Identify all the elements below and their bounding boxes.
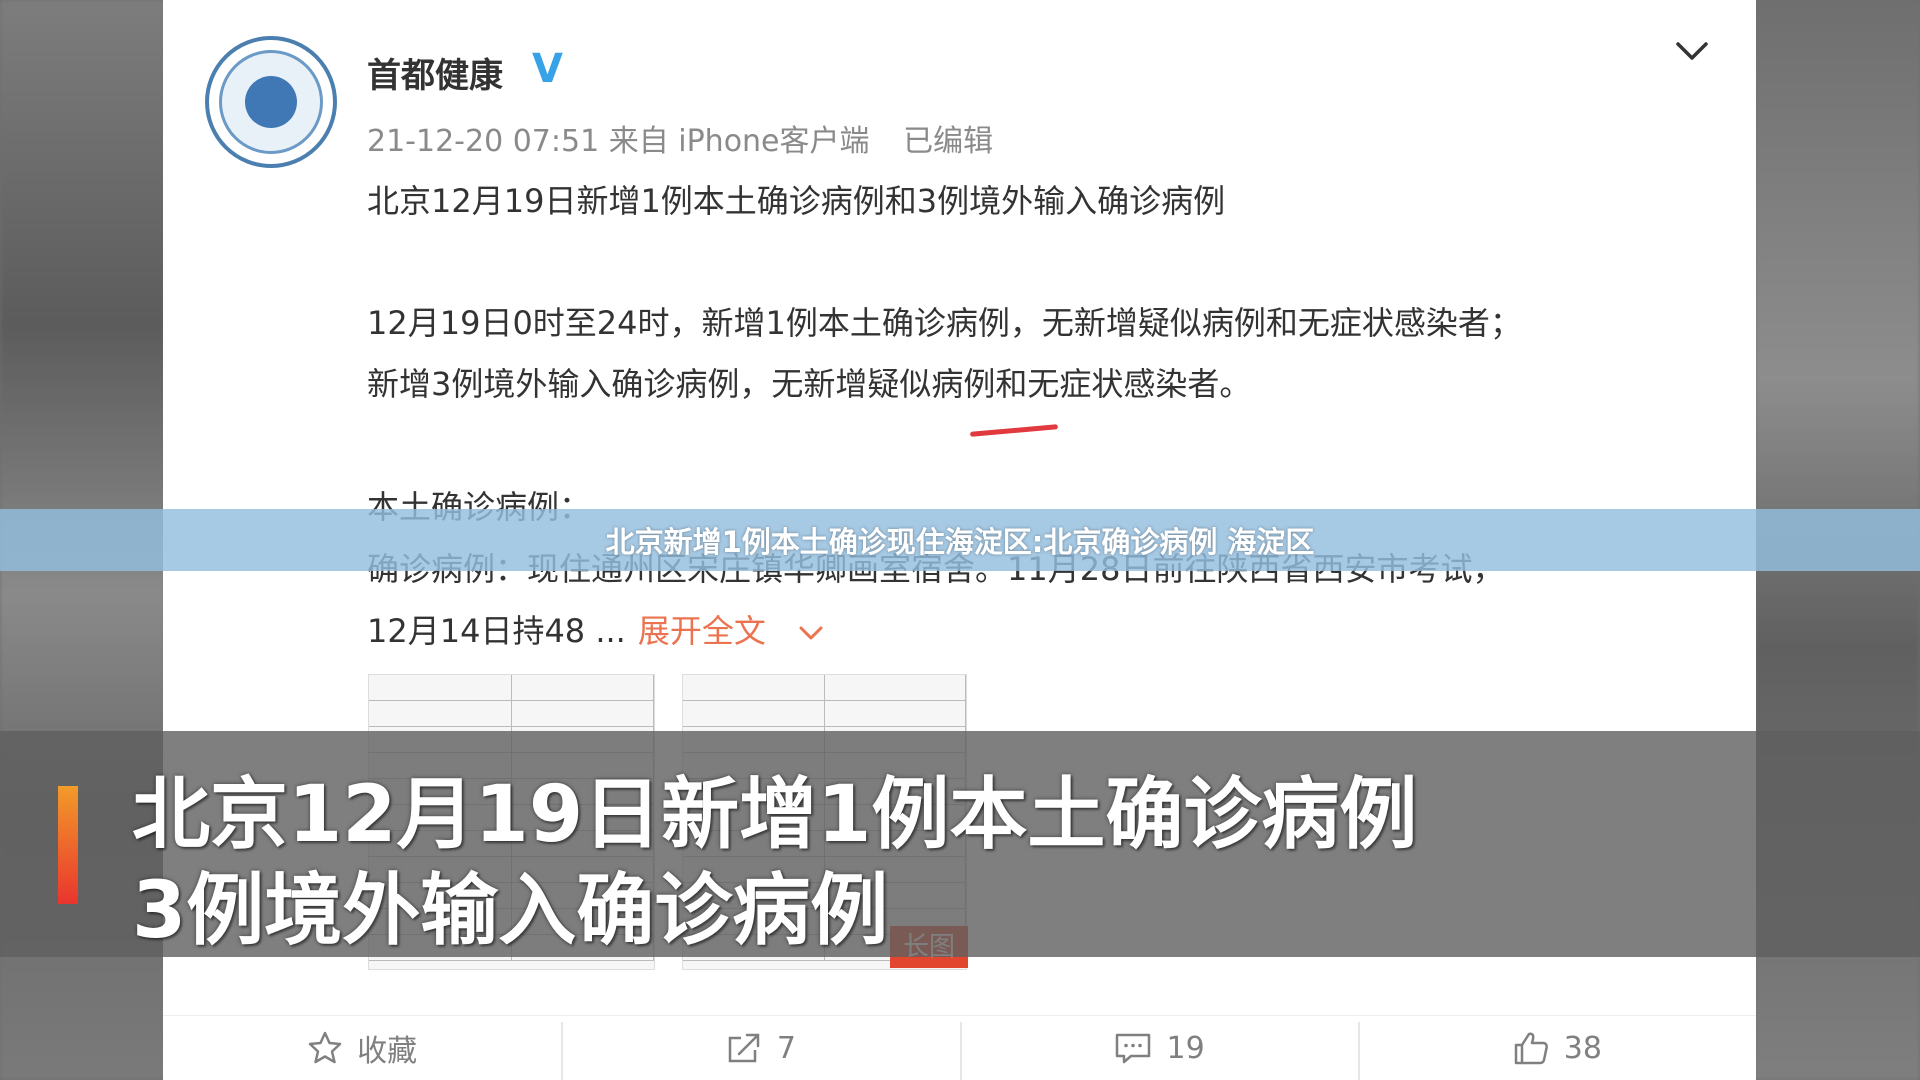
avatar-emblem (219, 50, 323, 154)
post-body-last-line: 12月14日持48 ... 展开全文 (367, 606, 824, 652)
like-count: 38 (1563, 1030, 1602, 1066)
author-name[interactable]: 首都健康 (367, 48, 503, 97)
comment-count: 19 (1166, 1030, 1205, 1066)
post-source: 来自 iPhone客户端 (608, 124, 870, 159)
post-body-line: 新增3例境外输入确诊病例，无新增疑似病例和无症状感染者。 (367, 365, 1252, 403)
like-button[interactable]: 38 (1357, 1016, 1756, 1080)
chevron-down-icon[interactable] (1672, 30, 1712, 70)
post-action-bar: 收藏 7 19 38 (163, 1015, 1756, 1080)
caption-accent-stripe (58, 786, 78, 904)
edited-label[interactable]: 已编辑 (903, 124, 993, 159)
emblem-center (245, 76, 297, 128)
thumbs-up-icon (1514, 1032, 1548, 1065)
news-headline-text: 北京新增1例本土确诊现住海淀区:北京确诊病例 海淀区 (605, 525, 1315, 559)
post-timestamp[interactable]: 21-12-20 07:51 (367, 124, 599, 159)
post-meta: 21-12-20 07:51 来自 iPhone客户端 已编辑 (367, 116, 993, 160)
post-body-line: 12月19日0时至24时，新增1例本土确诊病例，无新增疑似病例和无症状感染者； (367, 304, 1522, 342)
comment-button[interactable]: 19 (959, 1016, 1358, 1080)
avatar[interactable] (205, 36, 337, 168)
repost-button[interactable]: 7 (561, 1016, 959, 1080)
favorite-label: 收藏 (357, 1034, 418, 1069)
caption-line-2: 3例境外输入确诊病例 (132, 866, 889, 956)
favorite-button[interactable]: 收藏 (163, 1016, 561, 1080)
post-title: 北京12月19日新增1例本土确诊病例和3例境外输入确诊病例 (367, 182, 1226, 220)
star-icon (308, 1031, 342, 1064)
news-headline-banner: 北京新增1例本土确诊现住海淀区:北京确诊病例 海淀区 (0, 509, 1920, 571)
comment-icon (1115, 1033, 1150, 1064)
post-body-truncated: 12月14日持48 ... (367, 612, 626, 650)
verified-badge-icon: V (532, 46, 563, 92)
expand-full-text-link[interactable]: 展开全文 (638, 612, 766, 650)
expand-chevron-icon[interactable] (798, 624, 824, 642)
share-icon (728, 1033, 760, 1063)
repost-count: 7 (776, 1030, 796, 1066)
